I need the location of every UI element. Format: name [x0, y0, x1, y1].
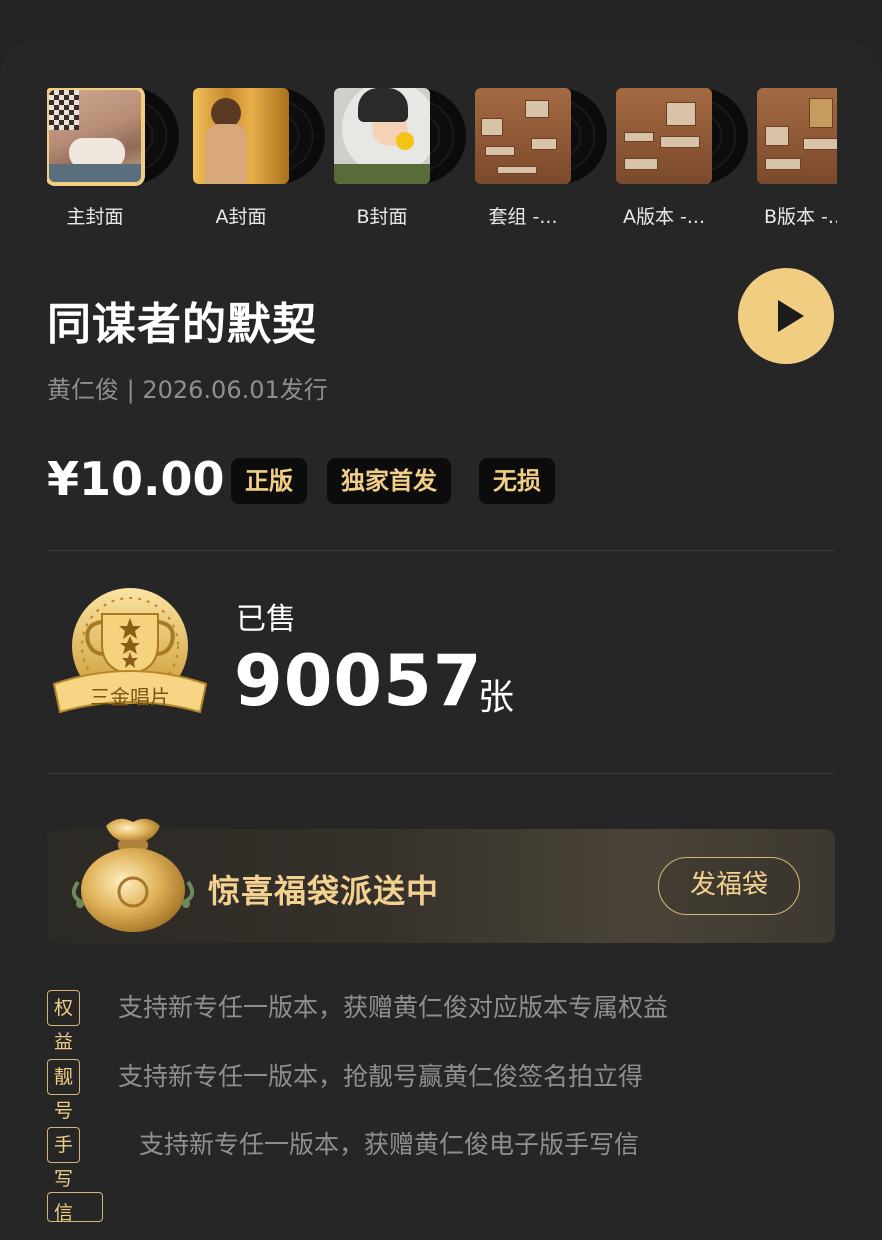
- tag-genuine: 正版: [231, 458, 307, 504]
- svg-text:三金唱片: 三金唱片: [90, 685, 170, 709]
- cover-label: 主封面: [66, 206, 124, 228]
- divider: [47, 773, 835, 774]
- sold-unit: 张: [478, 677, 515, 718]
- price: ¥10.00: [47, 452, 225, 506]
- benefit-tag: 靓号: [47, 1059, 81, 1122]
- play-icon: [778, 300, 804, 332]
- benefit-tag-partial: [47, 1192, 103, 1222]
- play-button[interactable]: [738, 268, 834, 364]
- cover-label: 套组 -...: [488, 206, 558, 228]
- benefit-text: 支持新专任一版本，获赠黄仁俊电子版手写信: [139, 1130, 640, 1159]
- cover-label: B封面: [356, 206, 408, 228]
- gold-record-trophy-icon: 三金唱片: [52, 588, 208, 714]
- cover-label: B版本 -...: [763, 206, 837, 228]
- album-meta: 黄仁俊 | 2026.06.01发行: [47, 376, 328, 404]
- cover-art: [49, 90, 141, 182]
- cover-art: [757, 88, 837, 184]
- cover-art: [616, 88, 712, 184]
- cover-list: 主封面 A封面 B封面 套组 -... A版本 -... B版本 -.: [47, 88, 837, 238]
- benefit-text: 支持新专任一版本，获赠黄仁俊对应版本专属权益: [118, 993, 669, 1022]
- benefit-tag: 手写信: [47, 1127, 81, 1224]
- divider: [47, 550, 835, 551]
- cover-label: A封面: [215, 206, 267, 228]
- tag-lossless: 无损: [479, 458, 555, 504]
- cover-art: [475, 88, 571, 184]
- sold-label: 已售: [236, 602, 296, 637]
- lucky-bag-text: 惊喜福袋派送中: [208, 872, 440, 910]
- send-lucky-bag-button[interactable]: 发福袋: [658, 857, 800, 915]
- album-title: 同谋者的默契: [47, 299, 317, 350]
- benefit-tag: 权益: [47, 990, 81, 1053]
- cover-art: [334, 88, 430, 184]
- sold-count: 90057: [234, 640, 483, 722]
- cover-label: A版本 -...: [622, 206, 705, 228]
- benefit-text: 支持新专任一版本，抢靓号赢黄仁俊签名拍立得: [118, 1062, 644, 1091]
- cover-art: [193, 88, 289, 184]
- lucky-bag-icon: [71, 818, 195, 932]
- tag-exclusive: 独家首发: [327, 458, 451, 504]
